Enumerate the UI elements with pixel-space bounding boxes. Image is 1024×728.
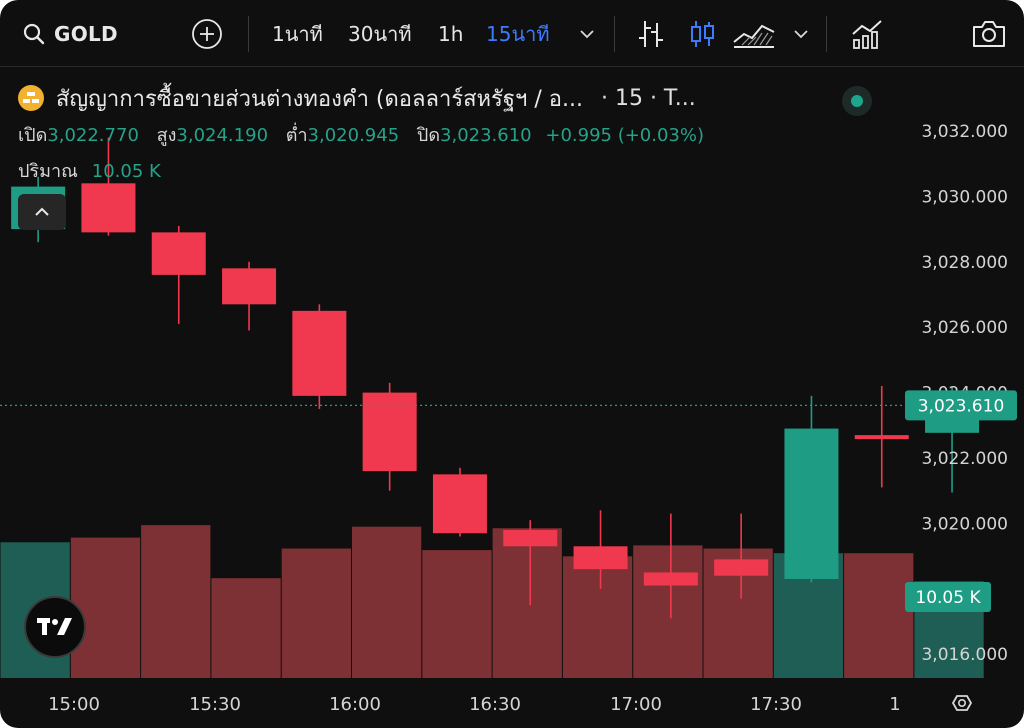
- divider: [826, 16, 827, 52]
- candles-style-button[interactable]: [688, 18, 718, 50]
- chevron-down-icon: [794, 30, 808, 39]
- volume-badge-label: 10.05 K: [915, 588, 981, 608]
- x-tick-label: 16:00: [329, 694, 381, 715]
- volume-bar: [211, 578, 281, 678]
- x-tick-label: 15:30: [189, 694, 241, 715]
- x-tick-label: 17:00: [610, 694, 662, 715]
- candle-body: [854, 435, 909, 440]
- volume-row: ปริมาณ 10.05 K: [18, 156, 161, 185]
- open-label: เปิด: [18, 125, 48, 146]
- timeframe-label: 15นาที: [486, 22, 550, 46]
- timeframe-1h[interactable]: 1h: [438, 18, 463, 50]
- x-tick-label: 1: [889, 694, 900, 715]
- x-tick-label: 16:30: [469, 694, 521, 715]
- chevron-down-icon: [580, 30, 594, 39]
- market-status-icon[interactable]: [842, 86, 872, 116]
- legend-title-row: สัญญาการซื้อขายส่วนต่างทองคำ (ดอลลาร์สหร…: [18, 82, 696, 114]
- time-axis: 15:00 15:30 16:00 16:30 17:00 17:30 1: [48, 694, 901, 715]
- candle-body: [784, 428, 839, 579]
- area-style-button[interactable]: [732, 18, 776, 50]
- instrument-name: สัญญาการซื้อขายส่วนต่างทองคำ (ดอลลาร์สหร…: [56, 86, 583, 112]
- ohlc-row: เปิด3,022.770 สูง3,024.190 ต่ำ3,020.945 …: [18, 120, 704, 149]
- symbol-label: GOLD: [54, 22, 118, 46]
- open-value: 3,022.770: [47, 125, 139, 146]
- high-label: สูง: [156, 125, 177, 146]
- symbol-search[interactable]: GOLD: [22, 18, 118, 50]
- volume-bar: [352, 526, 422, 678]
- volume-bar: [562, 556, 633, 678]
- timeframe-dropdown[interactable]: [578, 18, 596, 50]
- y-tick-label: 3,020.000: [921, 514, 1008, 534]
- camera-icon: [973, 21, 1005, 47]
- candle-body: [222, 268, 277, 305]
- indicators-icon: [852, 20, 882, 49]
- candle-body: [151, 232, 206, 275]
- volume-bar: [844, 553, 914, 678]
- low-label: ต่ำ: [285, 125, 308, 146]
- gold-coin-icon: [18, 85, 44, 111]
- collapse-legend-button[interactable]: [18, 194, 66, 230]
- x-tick-label: 15:00: [48, 694, 100, 715]
- snapshot-button[interactable]: [970, 18, 1008, 50]
- volume-bar: [633, 545, 703, 678]
- chevron-up-icon: [35, 207, 49, 216]
- y-tick-label: 3,030.000: [921, 187, 1008, 207]
- candle-body: [714, 559, 769, 576]
- y-tick-label: 3,032.000: [921, 122, 1008, 142]
- candle-body: [573, 546, 628, 570]
- volume-bar: [281, 548, 351, 678]
- tradingview-logo-icon: [37, 618, 72, 635]
- bars-style-button[interactable]: [636, 18, 666, 50]
- chart-widget: GOLD 1นาที 30นาที 1h 15นาที 3,032.000 3,…: [0, 0, 1024, 728]
- candle-body: [292, 310, 347, 396]
- timeframe-15m[interactable]: 15นาที: [486, 18, 550, 50]
- y-tick-label: 3,028.000: [921, 253, 1008, 273]
- search-icon: [23, 23, 45, 45]
- close-value: 3,023.610: [440, 125, 532, 146]
- divider: [248, 16, 249, 52]
- chart-type-dropdown[interactable]: [792, 18, 810, 50]
- settings-button[interactable]: [951, 695, 973, 711]
- settings-hex-icon-dot: [957, 698, 966, 707]
- x-tick-label: 17:30: [750, 694, 802, 715]
- bars-icon: [639, 21, 663, 47]
- timeframe-label: 1นาที: [272, 22, 323, 46]
- indicators-button[interactable]: [850, 18, 884, 50]
- timeframe-label: 30นาที: [348, 22, 412, 46]
- candle-body: [362, 392, 417, 472]
- timeframe-30m[interactable]: 30นาที: [348, 18, 412, 50]
- low-value: 3,020.945: [307, 125, 400, 146]
- candles-icon: [691, 21, 714, 47]
- area-chart-icon: [733, 24, 775, 48]
- interval-label: · 15 · T...: [600, 85, 696, 111]
- high-value: 3,024.190: [176, 125, 269, 146]
- candle-body: [432, 474, 487, 534]
- change-value: +0.995 (+0.03%): [545, 125, 705, 146]
- timeframe-1m[interactable]: 1นาที: [272, 18, 323, 50]
- volume-bar: [70, 537, 141, 678]
- volume-label: ปริมาณ: [18, 161, 78, 182]
- candle-body: [81, 183, 136, 233]
- settings-hex-icon: [951, 695, 973, 711]
- close-label: ปิด: [416, 125, 441, 146]
- volume-bar: [492, 528, 562, 678]
- volume-value: 10.05 K: [91, 161, 161, 182]
- divider: [614, 16, 615, 52]
- last-price-label: 3,023.610: [918, 396, 1005, 416]
- y-tick-label: 3,016.000: [921, 645, 1008, 665]
- volume-bar: [141, 525, 211, 678]
- timeframe-label: 1h: [438, 22, 464, 46]
- y-tick-label: 3,022.000: [921, 449, 1008, 469]
- volume-bar: [422, 550, 492, 678]
- candle-body: [643, 572, 698, 586]
- y-tick-label: 3,026.000: [921, 318, 1008, 338]
- tradingview-logo[interactable]: [24, 596, 86, 658]
- candle-body: [503, 529, 558, 547]
- toolbar: GOLD 1นาที 30นาที 1h 15นาที: [0, 0, 1024, 67]
- add-circle-icon: [192, 19, 222, 49]
- compare-button[interactable]: [190, 18, 224, 50]
